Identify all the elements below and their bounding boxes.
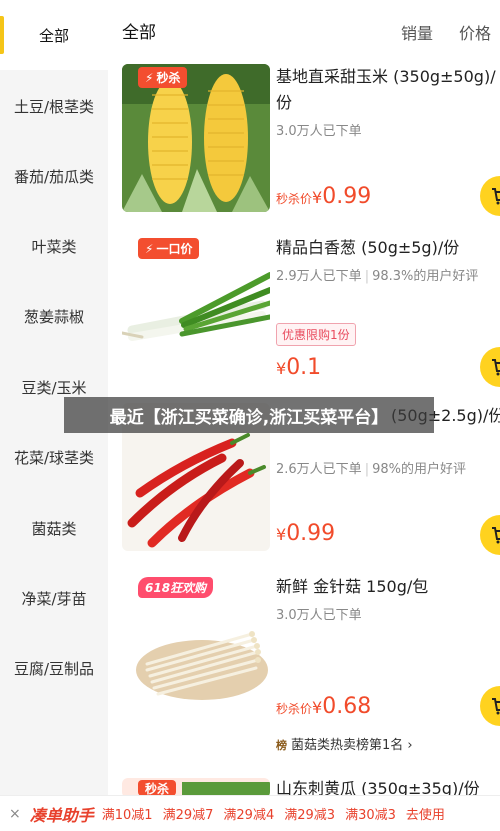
price-value: 0.1 (286, 355, 322, 380)
price-row: ¥0.1 (276, 355, 321, 380)
ranking-link[interactable]: 榜菌菇类热卖榜第1名 › (276, 734, 413, 753)
currency-symbol: ¥ (276, 359, 287, 378)
sidebar-item-tomato-melon[interactable]: 番茄/茄瓜类 (0, 141, 108, 211)
product-image-enoki[interactable]: 618狂欢购 (122, 574, 270, 722)
product-title[interactable]: 基地直采甜玉米 (350g±50g)/份 (276, 64, 500, 116)
product-card-enoki[interactable]: 618狂欢购 新鲜 金针菇 150g/包 3.0万人已下单 秒杀价¥0.68 榜… (108, 574, 500, 759)
coupon-helper-bar: × 凑单助手 满10减1 满29减7 满29减4 满29减3 满30减3 去使用 (0, 795, 500, 831)
rating: 98.3%的用户好评 (372, 269, 479, 284)
list-header: 全部 销量 价格 (108, 0, 500, 58)
product-card-cucumber[interactable]: 秒杀 山东刺黄瓜 (350g±35g)/份 (108, 778, 500, 795)
add-to-cart-button[interactable] (480, 686, 500, 726)
ranking-icon: 榜 (276, 739, 287, 752)
sidebar-item-label: 全部 (38, 26, 69, 45)
sort-by-sales[interactable]: 销量 (401, 20, 433, 44)
sidebar-item-label: 叶菜类 (31, 237, 77, 256)
offer-chip[interactable]: 满10减1 (102, 804, 153, 823)
sort-by-price[interactable]: 价格 (459, 20, 491, 44)
offer-chip[interactable]: 满30减3 (345, 804, 396, 823)
sold-count: 2.6万人已下单 | 98%的用户好评 (276, 462, 466, 477)
sidebar-item-label: 豆类/玉米 (21, 378, 87, 397)
sidebar-item-label: 葱姜蒜椒 (23, 307, 84, 326)
bolt-icon: ⚡ (145, 241, 154, 256)
add-to-cart-button[interactable] (480, 515, 500, 555)
product-image-cucumber[interactable]: 秒杀 (122, 778, 270, 795)
sidebar-item-label: 土豆/根茎类 (13, 97, 95, 116)
flash-sale-badge: ⚡ 秒杀 (138, 67, 188, 88)
sold-count: 3.0万人已下单 (276, 124, 362, 139)
sidebar-item-label: 花菜/球茎类 (13, 448, 95, 467)
sidebar-item-label: 净菜/芽苗 (21, 589, 87, 608)
sidebar-item-leafy[interactable]: 叶菜类 (0, 211, 108, 281)
bolt-icon: ⚡ (145, 70, 154, 85)
offer-chip[interactable]: 满29减4 (223, 804, 274, 823)
sidebar-item-label: 菌菇类 (31, 519, 77, 538)
currency-symbol: ¥ (312, 188, 323, 207)
coupon-helper-title: 凑单助手 (29, 805, 94, 825)
sidebar-item-potato-roots[interactable]: 土豆/根茎类 (0, 71, 108, 141)
fixed-price-badge: ⚡ 一口价 (138, 238, 200, 259)
price-row: ¥0.99 (276, 521, 335, 546)
currency-symbol: ¥ (276, 525, 287, 544)
watermark-banner: 最近【浙江买菜确诊,浙江买菜平台】 (64, 397, 434, 433)
limit-tag: 优惠限购1份 (276, 323, 356, 346)
price-row: 秒杀价¥0.99 (276, 184, 371, 209)
cart-icon (492, 527, 500, 544)
price-prefix: 秒杀价 (276, 192, 313, 206)
sidebar-item-sprouts[interactable]: 净菜/芽苗 (0, 563, 108, 633)
sold-count: 2.9万人已下单 | 98.3%的用户好评 (276, 269, 479, 284)
product-card-scallion[interactable]: ⚡ 一口价 精品白香葱 (50g±5g)/份 2.9万人已下单 | 98.3%的用户好… (108, 235, 500, 387)
price-prefix: 秒杀价 (276, 702, 313, 716)
currency-symbol: ¥ (312, 698, 323, 717)
sold-count: 3.0万人已下单 (276, 608, 362, 623)
offer-chip[interactable]: 满29减3 (284, 804, 335, 823)
cart-icon (492, 359, 500, 376)
product-title[interactable]: 精品白香葱 (50g±5g)/份 (276, 235, 500, 261)
sidebar-item-mushrooms[interactable]: 菌菇类 (0, 493, 108, 563)
use-coupon-button[interactable]: 去使用 (406, 804, 445, 823)
price-value: 0.68 (322, 694, 372, 719)
close-icon[interactable]: × (9, 806, 21, 822)
add-to-cart-button[interactable] (480, 347, 500, 387)
sidebar-item-all[interactable]: 全部 (0, 0, 108, 70)
add-to-cart-button[interactable] (480, 176, 500, 216)
618-promo-badge: 618狂欢购 (138, 577, 214, 598)
flash-sale-badge: 秒杀 (138, 780, 177, 795)
price-value: 0.99 (286, 521, 336, 546)
product-card-corn[interactable]: ⚡ 秒杀 基地直采甜玉米 (350g±50g)/份 3.0万人已下单 秒杀价¥0.… (108, 64, 500, 216)
sidebar-item-label: 豆腐/豆制品 (13, 659, 95, 678)
rating: 98%的用户好评 (372, 462, 466, 477)
price-row: 秒杀价¥0.68 (276, 694, 371, 719)
price-value: 0.99 (322, 184, 372, 209)
cart-icon (492, 698, 500, 715)
product-image-corn[interactable]: ⚡ 秒杀 (122, 64, 270, 212)
offer-chip[interactable]: 满29减7 (163, 804, 214, 823)
product-title-partial[interactable]: 山东刺黄瓜 (350g±35g)/份 (276, 776, 500, 795)
cart-icon (492, 188, 500, 205)
product-title[interactable]: 新鲜 金针菇 150g/包 (276, 574, 500, 600)
sidebar-item-tofu[interactable]: 豆腐/豆制品 (0, 633, 108, 703)
sidebar-item-aromatics[interactable]: 葱姜蒜椒 (0, 281, 108, 351)
sidebar-item-label: 番茄/茄瓜类 (13, 167, 95, 186)
product-image-scallion[interactable]: ⚡ 一口价 (122, 235, 270, 383)
page-title: 全部 (122, 23, 156, 43)
